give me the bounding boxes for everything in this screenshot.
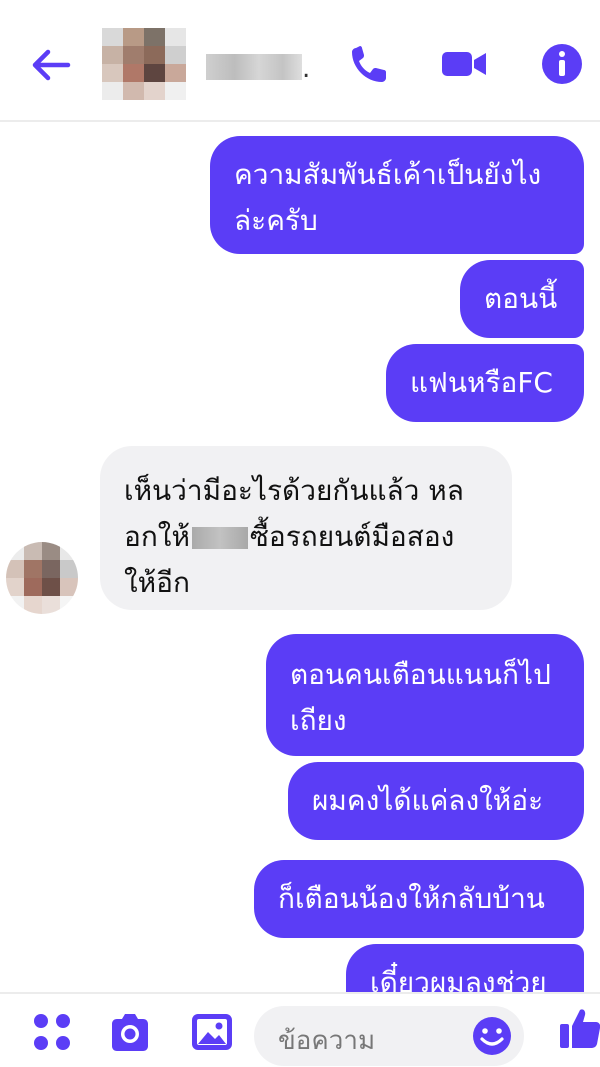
message-bubble-incoming[interactable]: เห็นว่ามีอะไรด้วยกันแล้ว หล อกให้ ซื้อรถย…	[100, 446, 512, 610]
gallery-button[interactable]	[188, 1008, 236, 1056]
emoji-button[interactable]	[470, 1014, 514, 1058]
message-text: แฟนหรือFC	[410, 366, 553, 399]
message-text: เดี๋ยวผมลงช่วย	[370, 966, 547, 992]
chat-header: .	[0, 0, 600, 122]
message-bubble-outgoing[interactable]: ตอนคนเตือนแนนก็ไป เถียง	[266, 634, 584, 756]
message-bubble-outgoing[interactable]: ตอนนี้	[460, 260, 584, 338]
message-text: ตอนนี้	[484, 282, 558, 315]
info-button[interactable]	[538, 40, 586, 88]
message-input-placeholder: ข้อความ	[278, 1026, 376, 1056]
message-list[interactable]: ความสัมพันธ์เค้าเป็นยังไง ล่ะครับ ตอนนี้…	[0, 124, 600, 992]
phone-icon	[352, 46, 386, 82]
message-text-line: อกให้ ซื้อรถยนต์มือสอง	[124, 514, 488, 560]
message-bubble-outgoing[interactable]: ความสัมพันธ์เค้าเป็นยังไง ล่ะครับ	[210, 136, 584, 254]
emoji-icon	[473, 1017, 511, 1055]
video-call-button[interactable]	[440, 40, 488, 88]
back-button[interactable]	[28, 42, 74, 88]
message-text-fragment: ซื้อรถยนต์มือสอง	[249, 520, 455, 553]
message-composer: ข้อความ	[0, 992, 600, 1067]
contact-name-redacted[interactable]	[206, 54, 302, 80]
message-bubble-outgoing[interactable]: ผมคงได้แค่ลงให้อ่ะ	[288, 762, 584, 840]
video-camera-icon	[442, 52, 486, 76]
message-bubble-outgoing[interactable]: ก็เตือนน้องให้กลับบ้าน	[254, 860, 584, 938]
message-text-line: เห็นว่ามีอะไรด้วยกันแล้ว หล	[124, 474, 464, 507]
call-button[interactable]	[346, 40, 394, 88]
contact-name-suffix: .	[302, 54, 311, 84]
camera-icon	[112, 1014, 148, 1051]
message-text: ตอนคนเตือนแนนก็ไป เถียง	[290, 658, 551, 737]
message-bubble-outgoing[interactable]: แฟนหรือFC	[386, 344, 584, 422]
message-bubble-outgoing[interactable]: เดี๋ยวผมลงช่วย	[346, 944, 584, 992]
message-input[interactable]: ข้อความ	[254, 1006, 524, 1066]
sender-avatar[interactable]	[6, 542, 78, 614]
message-text: ผมคงได้แค่ลงให้อ่ะ	[312, 784, 544, 817]
message-text-line: ให้อีก	[124, 566, 190, 599]
thumbs-up-icon	[560, 1009, 600, 1048]
apps-button[interactable]	[28, 1008, 76, 1056]
back-arrow-icon	[32, 49, 71, 81]
info-icon	[542, 44, 582, 84]
camera-button[interactable]	[106, 1008, 154, 1056]
gallery-icon	[192, 1014, 232, 1050]
message-text: ความสัมพันธ์เค้าเป็นยังไง ล่ะครับ	[234, 158, 542, 237]
apps-icon	[34, 1014, 70, 1050]
contact-avatar[interactable]	[102, 28, 186, 100]
thumbs-up-button[interactable]	[556, 1004, 600, 1052]
redacted-name	[191, 527, 248, 549]
message-text-fragment: อกให้	[124, 520, 190, 553]
message-text: ก็เตือนน้องให้กลับบ้าน	[278, 882, 545, 915]
